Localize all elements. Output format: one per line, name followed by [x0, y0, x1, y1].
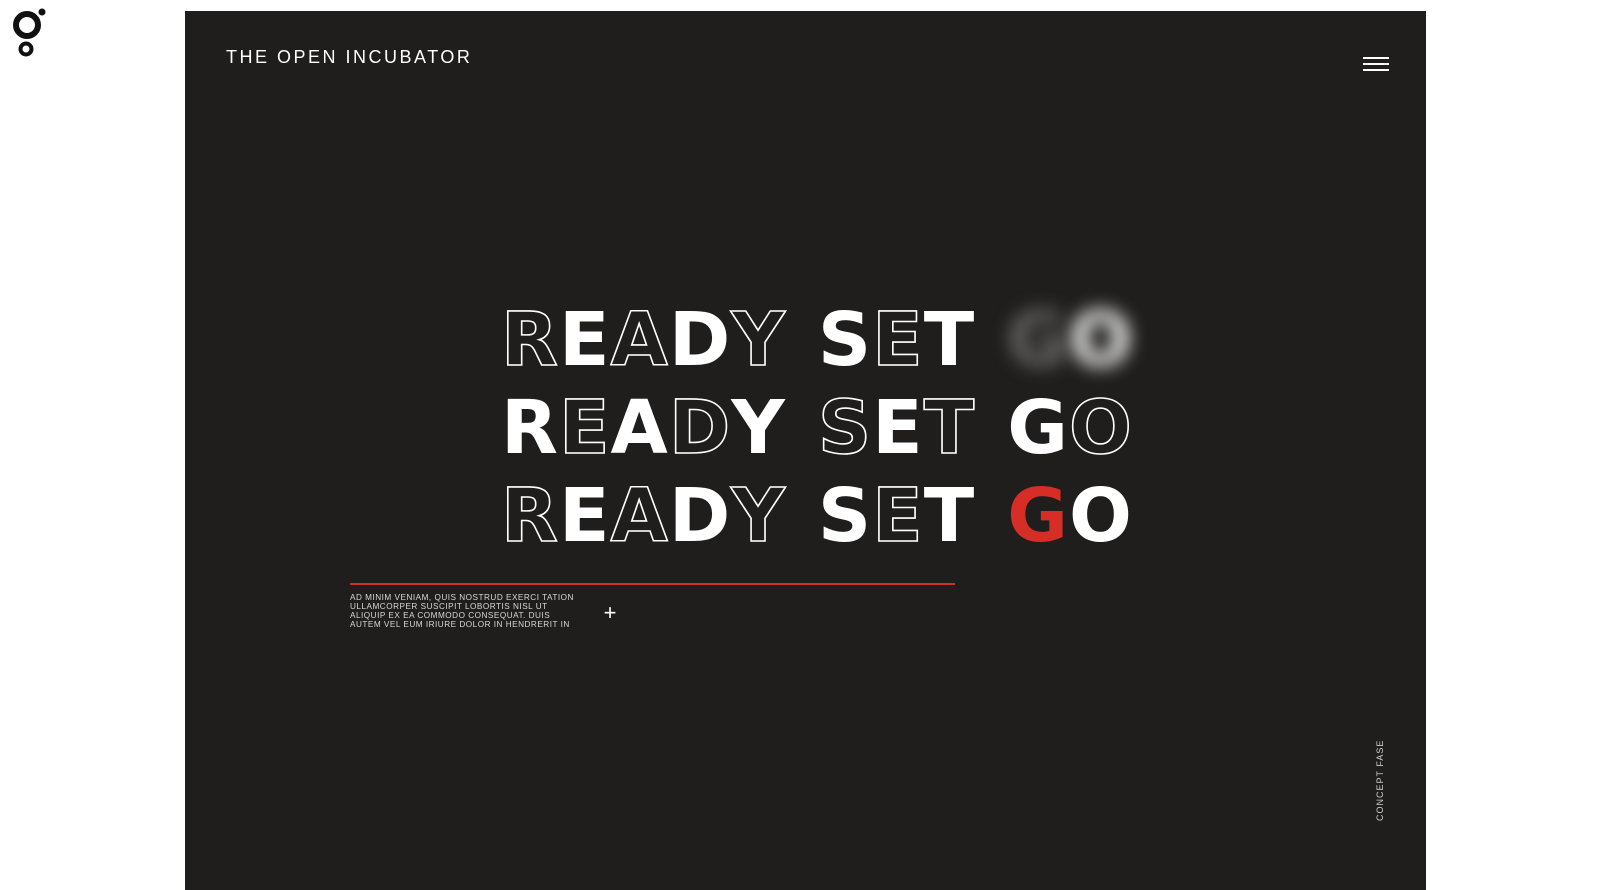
headline-letter: S	[817, 384, 873, 472]
headline-letter: O	[1068, 473, 1133, 559]
headline-letter: A	[610, 472, 669, 560]
hero-frame: THE OPEN INCUBATOR READY SET GO READY SET GO…	[185, 11, 1426, 890]
headline-letter: S	[817, 473, 873, 559]
headline: READY SET GO READY SET GO READY SET GO	[500, 295, 1201, 565]
headline-letter: Y	[731, 385, 786, 471]
headline-line-2: READY SET GO	[501, 383, 1133, 473]
headline-letter: E	[872, 385, 924, 471]
headline-letter: A	[610, 296, 669, 384]
headline-letter: Y	[730, 472, 786, 560]
headline-line-1: READY SET GO	[500, 295, 1133, 385]
headline-letter: R	[500, 472, 559, 560]
headline-letter: E	[871, 296, 924, 384]
headline-letter: E	[558, 297, 611, 383]
headline-letter: G	[1007, 385, 1069, 471]
brand-logo-icon	[13, 8, 46, 57]
headline-letter: T	[923, 384, 976, 472]
headline-letter: R	[500, 296, 559, 384]
headline-letter-accent: G	[1007, 473, 1069, 559]
headline-letter: E	[558, 384, 611, 472]
headline-letter: T	[923, 473, 976, 559]
plus-icon: +	[603, 600, 617, 625]
headline-letter: E	[871, 472, 924, 560]
brand-logo[interactable]	[8, 7, 48, 59]
headline-letter: D	[668, 473, 732, 559]
headline-letter-blurred: O	[1068, 297, 1133, 383]
menu-button[interactable]	[1361, 53, 1391, 75]
headline-letter: D	[668, 297, 732, 383]
expand-button[interactable]: +	[600, 600, 620, 625]
headline-letter-blurred: G	[1007, 297, 1069, 383]
headline-letter: R	[501, 385, 559, 471]
intro-text: AD MINIM VENIAM, QUIS NOSTRUD EXERCI TAT…	[350, 593, 574, 629]
headline-line-3: READY SET GO	[500, 471, 1133, 561]
headline-letter: Y	[730, 296, 786, 384]
brand-name[interactable]: THE OPEN INCUBATOR	[226, 47, 472, 68]
accent-divider	[350, 583, 955, 585]
headline-letter: A	[610, 385, 669, 471]
headline-letter: T	[923, 297, 976, 383]
headline-letter: S	[817, 297, 873, 383]
headline-letter: O	[1068, 384, 1133, 472]
phase-label: CONCEPT FASE	[1375, 739, 1385, 821]
headline-letter: E	[558, 473, 611, 559]
headline-letter: D	[668, 384, 732, 472]
